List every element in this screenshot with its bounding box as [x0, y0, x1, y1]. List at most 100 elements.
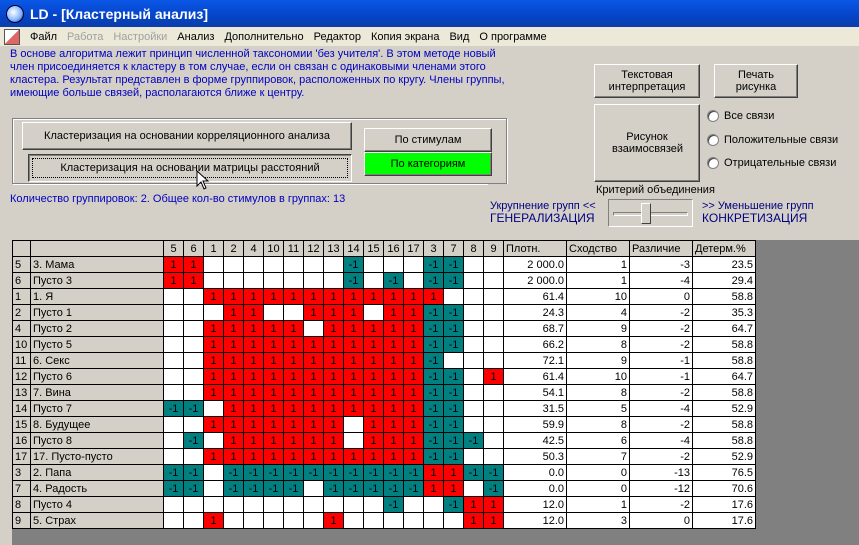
criterion-slider[interactable] [608, 199, 693, 227]
link-cell-negative: -1 [383, 272, 404, 289]
stat-cell: 0.0 [503, 480, 567, 497]
link-cell-empty [283, 512, 304, 529]
table-row[interactable]: 3 2. Папа -1 -1 -1 -1 -1 -1 -1 -1 -1 -1 -1 -1 1 1 -1 -1 0.… [12, 464, 756, 481]
row-number: 8 [12, 496, 31, 513]
link-cell-negative: -1 [183, 480, 204, 497]
print-figure-button[interactable]: Печать рисунка [714, 64, 798, 98]
cluster-correlation-button[interactable]: Кластеризация на основании корреляционно… [22, 122, 352, 150]
link-cell-positive: 1 [403, 384, 424, 401]
link-cell-empty [483, 304, 504, 321]
row-stimulus-name: 5. Страх [30, 512, 164, 529]
menu-item[interactable]: Редактор [309, 31, 366, 43]
table-row[interactable]: 16 Пусто 8 -1 1 1 1 1 1 1 1 1 1 -1 -1 -1 42.5 6 -4 58.8 [12, 432, 756, 449]
text-interpretation-button[interactable]: Текстовая интерпретация [594, 64, 700, 98]
link-cell-positive: 1 [383, 384, 404, 401]
link-cell-empty [283, 496, 304, 513]
link-cell-empty [323, 496, 344, 513]
stat-cell: -2 [629, 384, 693, 401]
link-cell-positive: 1 [363, 288, 384, 305]
column-header: 1 [203, 240, 224, 257]
stat-cell: 24.3 [503, 304, 567, 321]
stat-column-header: Детерм.% [692, 240, 756, 257]
stat-cell: 52.9 [692, 448, 756, 465]
link-cell-empty [183, 336, 204, 353]
stat-cell: -4 [629, 432, 693, 449]
mouse-pointer-icon [196, 170, 210, 190]
link-cell-positive: 1 [403, 368, 424, 385]
table-row[interactable]: 12 Пусто 6 1 1 1 1 1 1 1 1 1 1 1 -1 -1 1 61.4 10 -1 64.7 [12, 368, 756, 385]
table-row[interactable]: 4 Пусто 2 1 1 1 1 1 1 1 1 1 1 -1 -1 68.7 9 -2 64.7 [12, 320, 756, 337]
link-cell-empty [363, 496, 384, 513]
stat-column-header: Плотн. [503, 240, 567, 257]
column-header: 10 [263, 240, 284, 257]
link-cell-negative: -1 [423, 400, 444, 417]
link-cell-empty [263, 272, 284, 289]
by-stimuli-button[interactable]: По стимулам [364, 128, 492, 152]
table-row[interactable]: 15 8. Будущее 1 1 1 1 1 1 1 1 1 1 -1 -1 59.9 8 -2 58.8 [12, 416, 756, 433]
link-cell-empty [163, 512, 184, 529]
row-number: 9 [12, 512, 31, 529]
menu-item[interactable]: Копия экрана [366, 31, 445, 43]
row-stimulus-name: 3. Мама [30, 256, 164, 273]
slider-thumb[interactable] [641, 203, 652, 224]
grouping-summary: Количество группировок: 2. Общее кол-во … [10, 193, 346, 205]
table-row[interactable]: 1 1. Я 1 1 1 1 1 1 1 1 1 1 1 1 61.4 10 0 58.8 [12, 288, 756, 305]
menu-item[interactable]: Файл [25, 31, 62, 43]
table-row[interactable]: 13 7. Вина 1 1 1 1 1 1 1 1 1 1 1 -1 -1 54.1 8 -2 58.8 [12, 384, 756, 401]
link-cell-empty [203, 272, 224, 289]
menu-item[interactable]: Анализ [172, 31, 219, 43]
link-cell-positive: 1 [223, 400, 244, 417]
link-cell-empty [463, 384, 484, 401]
menu-item[interactable]: Вид [444, 31, 474, 43]
link-cell-empty [183, 368, 204, 385]
table-row[interactable]: 8 Пусто 4 -1 -1 1 1 12.0 1 -2 17.6 [12, 496, 756, 513]
menu-item[interactable]: О программе [474, 31, 551, 43]
link-cell-positive: 1 [343, 448, 364, 465]
table-row[interactable]: 2 Пусто 1 1 1 1 1 1 1 1 -1 -1 24.3 4 -2 35.3 [12, 304, 756, 321]
link-cell-positive: 1 [483, 512, 504, 529]
radio-negative-links[interactable]: Отрицательные связи [707, 157, 836, 169]
link-cell-empty [483, 448, 504, 465]
table-row[interactable]: 10 Пусто 5 1 1 1 1 1 1 1 1 1 1 1 -1 -1 66.2 8 -2 58.8 [12, 336, 756, 353]
link-cell-empty [183, 304, 204, 321]
by-categories-button[interactable]: По категориям [364, 152, 492, 176]
link-cell-positive: 1 [303, 384, 324, 401]
radio-positive-links[interactable]: Положительные связи [707, 134, 838, 146]
table-row[interactable]: 5 3. Мама 1 1 -1 -1 -1 2 000.0 1 -3 23.5 [12, 256, 756, 273]
table-row[interactable]: 7 4. Радость -1 -1 -1 -1 -1 -1 -1 -1 -1 -1 -1 1 1 -1 0.0… [12, 480, 756, 497]
row-number: 3 [12, 464, 31, 481]
link-cell-empty [163, 416, 184, 433]
table-row[interactable]: 14 Пусто 7 -1 -1 1 1 1 1 1 1 1 1 1 1 -1 -1 31.5 5 -4 52.9 [12, 400, 756, 417]
link-cell-empty [223, 496, 244, 513]
document-icon[interactable] [4, 28, 20, 45]
stat-cell: 68.7 [503, 320, 567, 337]
cluster-grid[interactable]: 5 6 1 2 4 10 11 12 13 14 15 16 17 3 7 8 9 Плотн. Сходство Р… [12, 240, 859, 545]
table-row[interactable]: 6 Пусто 3 1 1 -1 -1 -1 -1 2 000.0 1 -4 29.4 [12, 272, 756, 289]
table-row[interactable]: 9 5. Страх 1 1 1 1 12.0 3 0 17.6 [12, 512, 756, 529]
link-cell-empty [243, 512, 264, 529]
radio-all-links[interactable]: Все связи [707, 110, 774, 122]
stat-cell: 1 [566, 272, 630, 289]
stat-cell: 50.3 [503, 448, 567, 465]
menu-item[interactable]: Настройки [108, 31, 172, 43]
window-titlebar[interactable]: LD - [Кластерный анализ] [0, 0, 859, 27]
row-stimulus-name: Пусто 4 [30, 496, 164, 513]
link-cell-empty [403, 256, 424, 273]
window-title: LD - [Кластерный анализ] [30, 5, 209, 22]
app-eye-icon [6, 4, 24, 23]
menu-item[interactable]: Дополнительно [219, 31, 308, 43]
link-cell-positive: 1 [343, 288, 364, 305]
menu-item[interactable]: Работа [62, 31, 108, 43]
cluster-distance-button[interactable]: Кластеризация на основании матрицы расст… [28, 154, 352, 182]
stat-cell: 0 [629, 288, 693, 305]
link-cell-positive: 1 [383, 320, 404, 337]
table-row[interactable]: 17 17. Пусто-пусто 1 1 1 1 1 1 1 1 1 1 1 -1 -1 50.3 7 -2 5… [12, 448, 756, 465]
column-header: 6 [183, 240, 204, 257]
table-row[interactable]: 11 6. Секс 1 1 1 1 1 1 1 1 1 1 1 -1 72.1 9 -1 58.8 [12, 352, 756, 369]
radio-circle-icon [707, 157, 719, 169]
stat-cell: 52.9 [692, 400, 756, 417]
link-cell-positive: 1 [163, 272, 184, 289]
link-cell-positive: 1 [363, 368, 384, 385]
relations-figure-button[interactable]: Рисунок взаимосвязей [594, 104, 700, 182]
stat-cell: 9 [566, 352, 630, 369]
